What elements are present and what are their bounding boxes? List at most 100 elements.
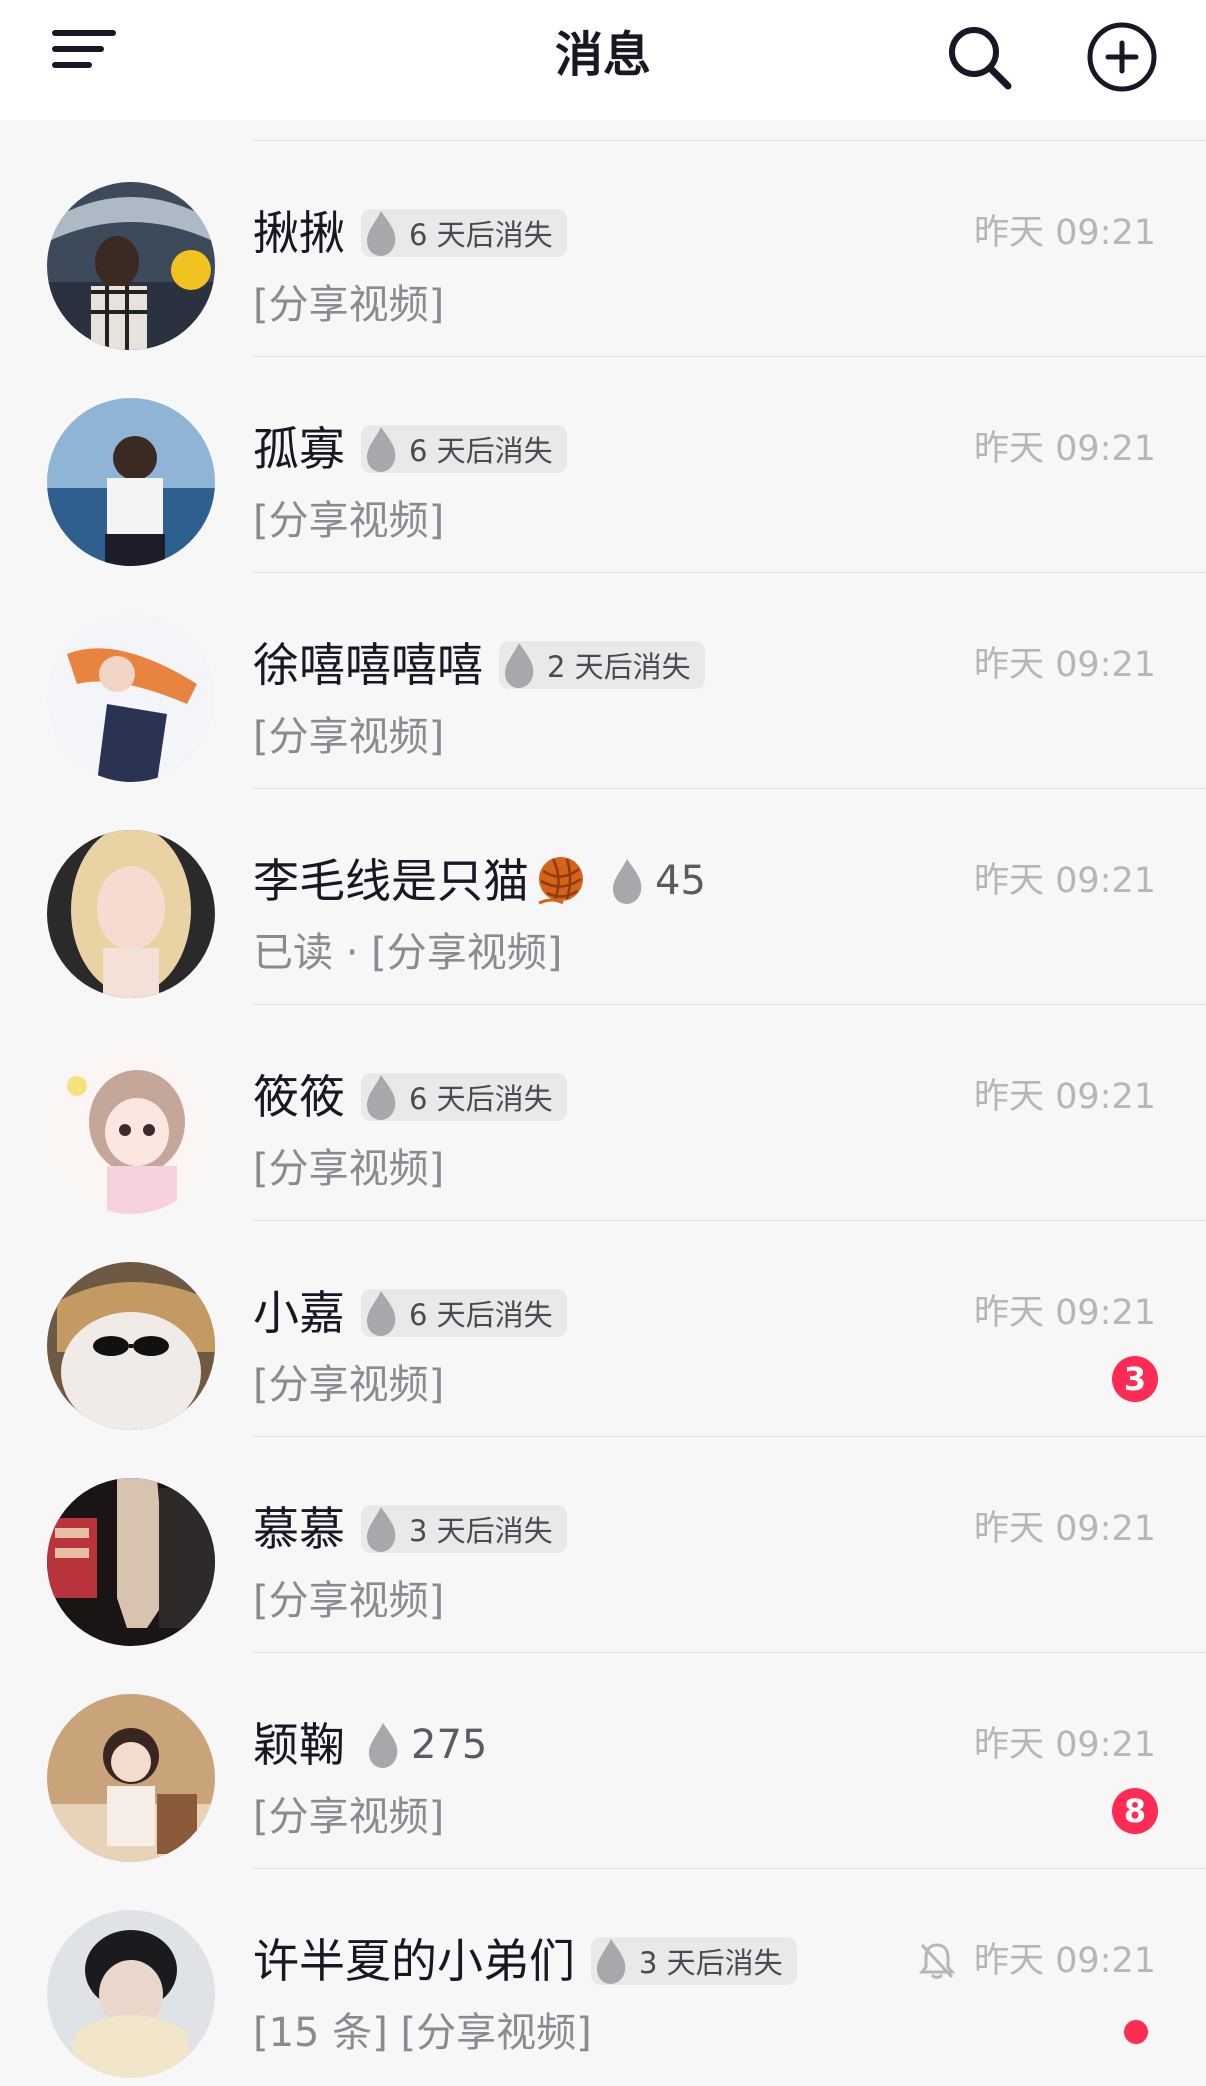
top-bar: 消息 bbox=[0, 0, 1206, 120]
last-message: 已读 · [分享视频] bbox=[253, 930, 563, 976]
menu-icon[interactable] bbox=[52, 30, 116, 80]
last-message: [分享视频] bbox=[253, 1794, 445, 1840]
timestamp: 昨天 09:21 bbox=[974, 1506, 1156, 1552]
timestamp: 昨天 09:21 bbox=[918, 1938, 1156, 1984]
spark-tag: 45 bbox=[607, 857, 706, 905]
flame-icon bbox=[597, 1939, 626, 1984]
timestamp-text: 昨天 09:21 bbox=[974, 1077, 1156, 1117]
timestamp-text: 昨天 09:21 bbox=[974, 861, 1156, 901]
avatar[interactable] bbox=[47, 1262, 215, 1430]
avatar[interactable] bbox=[47, 398, 215, 566]
conversation-row[interactable]: 许半夏的小弟们 3 天后消失 昨天 09:21 [15 条] [分享视频] bbox=[0, 1868, 1206, 2084]
divider bbox=[252, 1652, 1206, 1653]
yarn-ball-icon bbox=[538, 857, 583, 905]
timestamp-text: 昨天 09:21 bbox=[974, 213, 1156, 253]
spark-label: 2 天后消失 bbox=[547, 650, 691, 684]
divider bbox=[252, 1868, 1206, 1869]
timestamp-text: 昨天 09:21 bbox=[974, 645, 1156, 685]
unread-badge: 3 bbox=[1112, 1356, 1158, 1402]
flame-icon bbox=[367, 427, 396, 472]
contact-name: 慕慕 bbox=[253, 1502, 345, 1556]
avatar[interactable] bbox=[47, 1910, 215, 2078]
divider bbox=[252, 356, 1206, 357]
divider bbox=[252, 1436, 1206, 1437]
conversation-row[interactable]: 筱筱 6 天后消失 昨天 09:21 [分享视频] bbox=[0, 1004, 1206, 1220]
flame-icon bbox=[505, 643, 534, 688]
spark-tag: 6 天后消失 bbox=[361, 1073, 567, 1121]
contact-name: 筱筱 bbox=[253, 1070, 345, 1124]
avatar[interactable] bbox=[47, 182, 215, 350]
avatar[interactable] bbox=[47, 1694, 215, 1862]
flame-icon bbox=[367, 1075, 396, 1120]
avatar[interactable] bbox=[47, 614, 215, 782]
contact-name: 许半夏的小弟们 bbox=[253, 1934, 575, 1988]
timestamp: 昨天 09:21 bbox=[974, 1074, 1156, 1120]
spark-label: 6 天后消失 bbox=[409, 1298, 553, 1332]
spark-tag: 275 bbox=[363, 1721, 487, 1769]
name-line: 揪揪 6 天后消失 bbox=[253, 202, 567, 264]
avatar[interactable] bbox=[47, 1046, 215, 1214]
spark-tag: 3 天后消失 bbox=[591, 1937, 797, 1985]
timestamp: 昨天 09:21 bbox=[974, 426, 1156, 472]
conversation-row[interactable]: 慕慕 3 天后消失 昨天 09:21 [分享视频] bbox=[0, 1436, 1206, 1652]
timestamp: 昨天 09:21 bbox=[974, 642, 1156, 688]
conversation-list: 揪揪 6 天后消失 昨天 09:21 [分享视频] 孤寡 6 天后消失 昨天 0… bbox=[0, 120, 1206, 2086]
divider bbox=[252, 572, 1206, 573]
divider bbox=[252, 788, 1206, 789]
page-title: 消息 bbox=[554, 27, 651, 83]
spark-label: 6 天后消失 bbox=[409, 1082, 553, 1116]
spark-tag: 3 天后消失 bbox=[361, 1505, 567, 1553]
timestamp: 昨天 09:21 bbox=[974, 858, 1156, 904]
timestamp-text: 昨天 09:21 bbox=[974, 1725, 1156, 1765]
divider bbox=[252, 1004, 1206, 1005]
name-line: 筱筱 6 天后消失 bbox=[253, 1066, 567, 1128]
spark-tag: 2 天后消失 bbox=[499, 641, 705, 689]
contact-name: 揪揪 bbox=[253, 206, 345, 260]
last-message: [分享视频] bbox=[253, 714, 445, 760]
contact-name: 徐嘻嘻嘻嘻 bbox=[253, 638, 483, 692]
spark-label: 6 天后消失 bbox=[409, 218, 553, 252]
name-line: 慕慕 3 天后消失 bbox=[253, 1498, 567, 1560]
flame-icon bbox=[613, 859, 642, 904]
add-circle-icon[interactable] bbox=[1086, 21, 1158, 93]
timestamp-text: 昨天 09:21 bbox=[974, 1509, 1156, 1549]
flame-icon bbox=[367, 211, 396, 256]
flame-icon bbox=[369, 1723, 398, 1768]
last-message: [分享视频] bbox=[253, 1362, 445, 1408]
search-icon[interactable] bbox=[944, 22, 1014, 92]
last-message: [分享视频] bbox=[253, 1578, 445, 1624]
last-message: [分享视频] bbox=[253, 282, 445, 328]
spark-tag: 6 天后消失 bbox=[361, 425, 567, 473]
conversation-row[interactable]: 揪揪 6 天后消失 昨天 09:21 [分享视频] bbox=[0, 140, 1206, 356]
avatar[interactable] bbox=[47, 1478, 215, 1646]
contact-name: 小嘉 bbox=[253, 1286, 345, 1340]
conversation-row[interactable]: 小嘉 6 天后消失 昨天 09:21 [分享视频] 3 bbox=[0, 1220, 1206, 1436]
spark-label: 3 天后消失 bbox=[409, 1514, 553, 1548]
name-line: 徐嘻嘻嘻嘻 2 天后消失 bbox=[253, 634, 705, 696]
spark-count: 45 bbox=[655, 858, 706, 904]
contact-name: 李毛线是只猫 bbox=[253, 854, 529, 908]
last-message: [15 条] [分享视频] bbox=[253, 2010, 592, 2056]
conversation-row[interactable]: 李毛线是只猫 45 昨天 09:21 已读 · [分享视频] bbox=[0, 788, 1206, 1004]
name-line: 颖鞠 275 bbox=[253, 1714, 487, 1776]
last-message: [分享视频] bbox=[253, 1146, 445, 1192]
conversation-row[interactable]: 颖鞠 275 昨天 09:21 [分享视频] 8 bbox=[0, 1652, 1206, 1868]
avatar[interactable] bbox=[47, 830, 215, 998]
name-line: 许半夏的小弟们 3 天后消失 bbox=[253, 1930, 797, 1992]
conversation-row[interactable]: 徐嘻嘻嘻嘻 2 天后消失 昨天 09:21 [分享视频] bbox=[0, 572, 1206, 788]
conversation-row[interactable]: 孤寡 6 天后消失 昨天 09:21 [分享视频] bbox=[0, 356, 1206, 572]
flame-icon bbox=[367, 1291, 396, 1336]
timestamp: 昨天 09:21 bbox=[974, 1722, 1156, 1768]
contact-name: 颖鞠 bbox=[253, 1718, 345, 1772]
timestamp-text: 昨天 09:21 bbox=[974, 1293, 1156, 1333]
timestamp: 昨天 09:21 bbox=[974, 210, 1156, 256]
mute-bell-icon bbox=[918, 1943, 956, 1979]
timestamp-text: 昨天 09:21 bbox=[974, 429, 1156, 469]
spark-label: 6 天后消失 bbox=[409, 434, 553, 468]
name-line: 孤寡 6 天后消失 bbox=[253, 418, 567, 480]
unread-dot bbox=[1124, 2020, 1148, 2044]
divider bbox=[252, 1220, 1206, 1221]
spark-tag: 6 天后消失 bbox=[361, 209, 567, 257]
last-message: [分享视频] bbox=[253, 498, 445, 544]
name-line: 李毛线是只猫 45 bbox=[253, 850, 706, 912]
